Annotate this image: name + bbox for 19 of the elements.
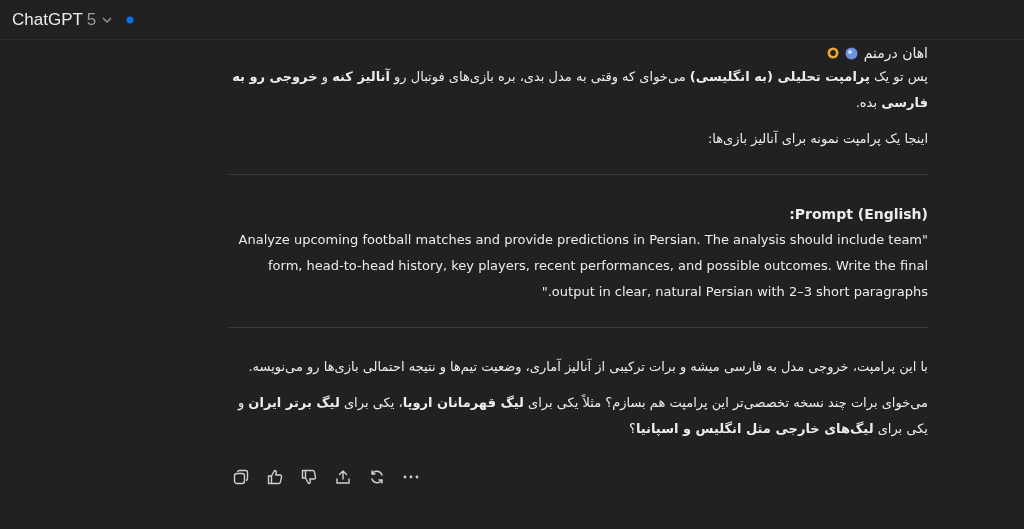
copy-icon — [233, 469, 249, 485]
share-icon — [335, 469, 351, 485]
message-paragraph: اینجا یک پرامپت نمونه برای آنالیز بازی‌ها: — [706, 129, 928, 149]
globe-icon — [844, 46, 858, 60]
model-title[interactable]: ChatGPT — [12, 6, 83, 33]
model-version[interactable]: 5 — [86, 6, 97, 33]
status-dot-icon — [126, 15, 135, 24]
message-paragraph: پس تو یک پرامپت تحلیلی (به انگلیسی) می‌خوای که وقتی به مدل بدی، بره بازی‌های فوتبال رو آنالیز کنه و خروجی رو به فارسی بده. — [231, 67, 928, 112]
more-icon — [403, 475, 419, 479]
thumbs-down-icon — [301, 469, 317, 485]
message-paragraph: با این پرامپت، خروجی مدل به فارسی میشه و برات ترکیبی از آنالیز آماری، وضعیت تیم‌ها و نتیجه احتمالی بازی‌ها رو می‌نویسه. — [247, 357, 928, 377]
chevron-down-icon[interactable] — [102, 15, 113, 24]
message-text: اهان درمنم — [863, 44, 928, 64]
prompt-label: Prompt (English): — [788, 205, 928, 224]
message-paragraph: می‌خوای برات چند نسخه تخصصی‌تر این پرامپت هم بسازم؟ مثلاً یکی برای لیگ قهرمانان اروپا، یکی برای لیگ برتر ایران و یکی برای لیگ‌های خارجی مثل انگلیس و اسپانیا؟ — [236, 393, 928, 439]
ring-icon — [826, 47, 839, 59]
refresh-icon — [369, 469, 385, 485]
thumbs-up-icon — [267, 469, 283, 485]
message-paragraph: "Analyze upcoming football matches and provide predictions in Persian. The analysis should include team form, head-to-head history, key players, recent performances, and possible outcomes. Write the final output in clear, natural Persian with 2–3 short paragraphs." — [237, 231, 928, 301]
